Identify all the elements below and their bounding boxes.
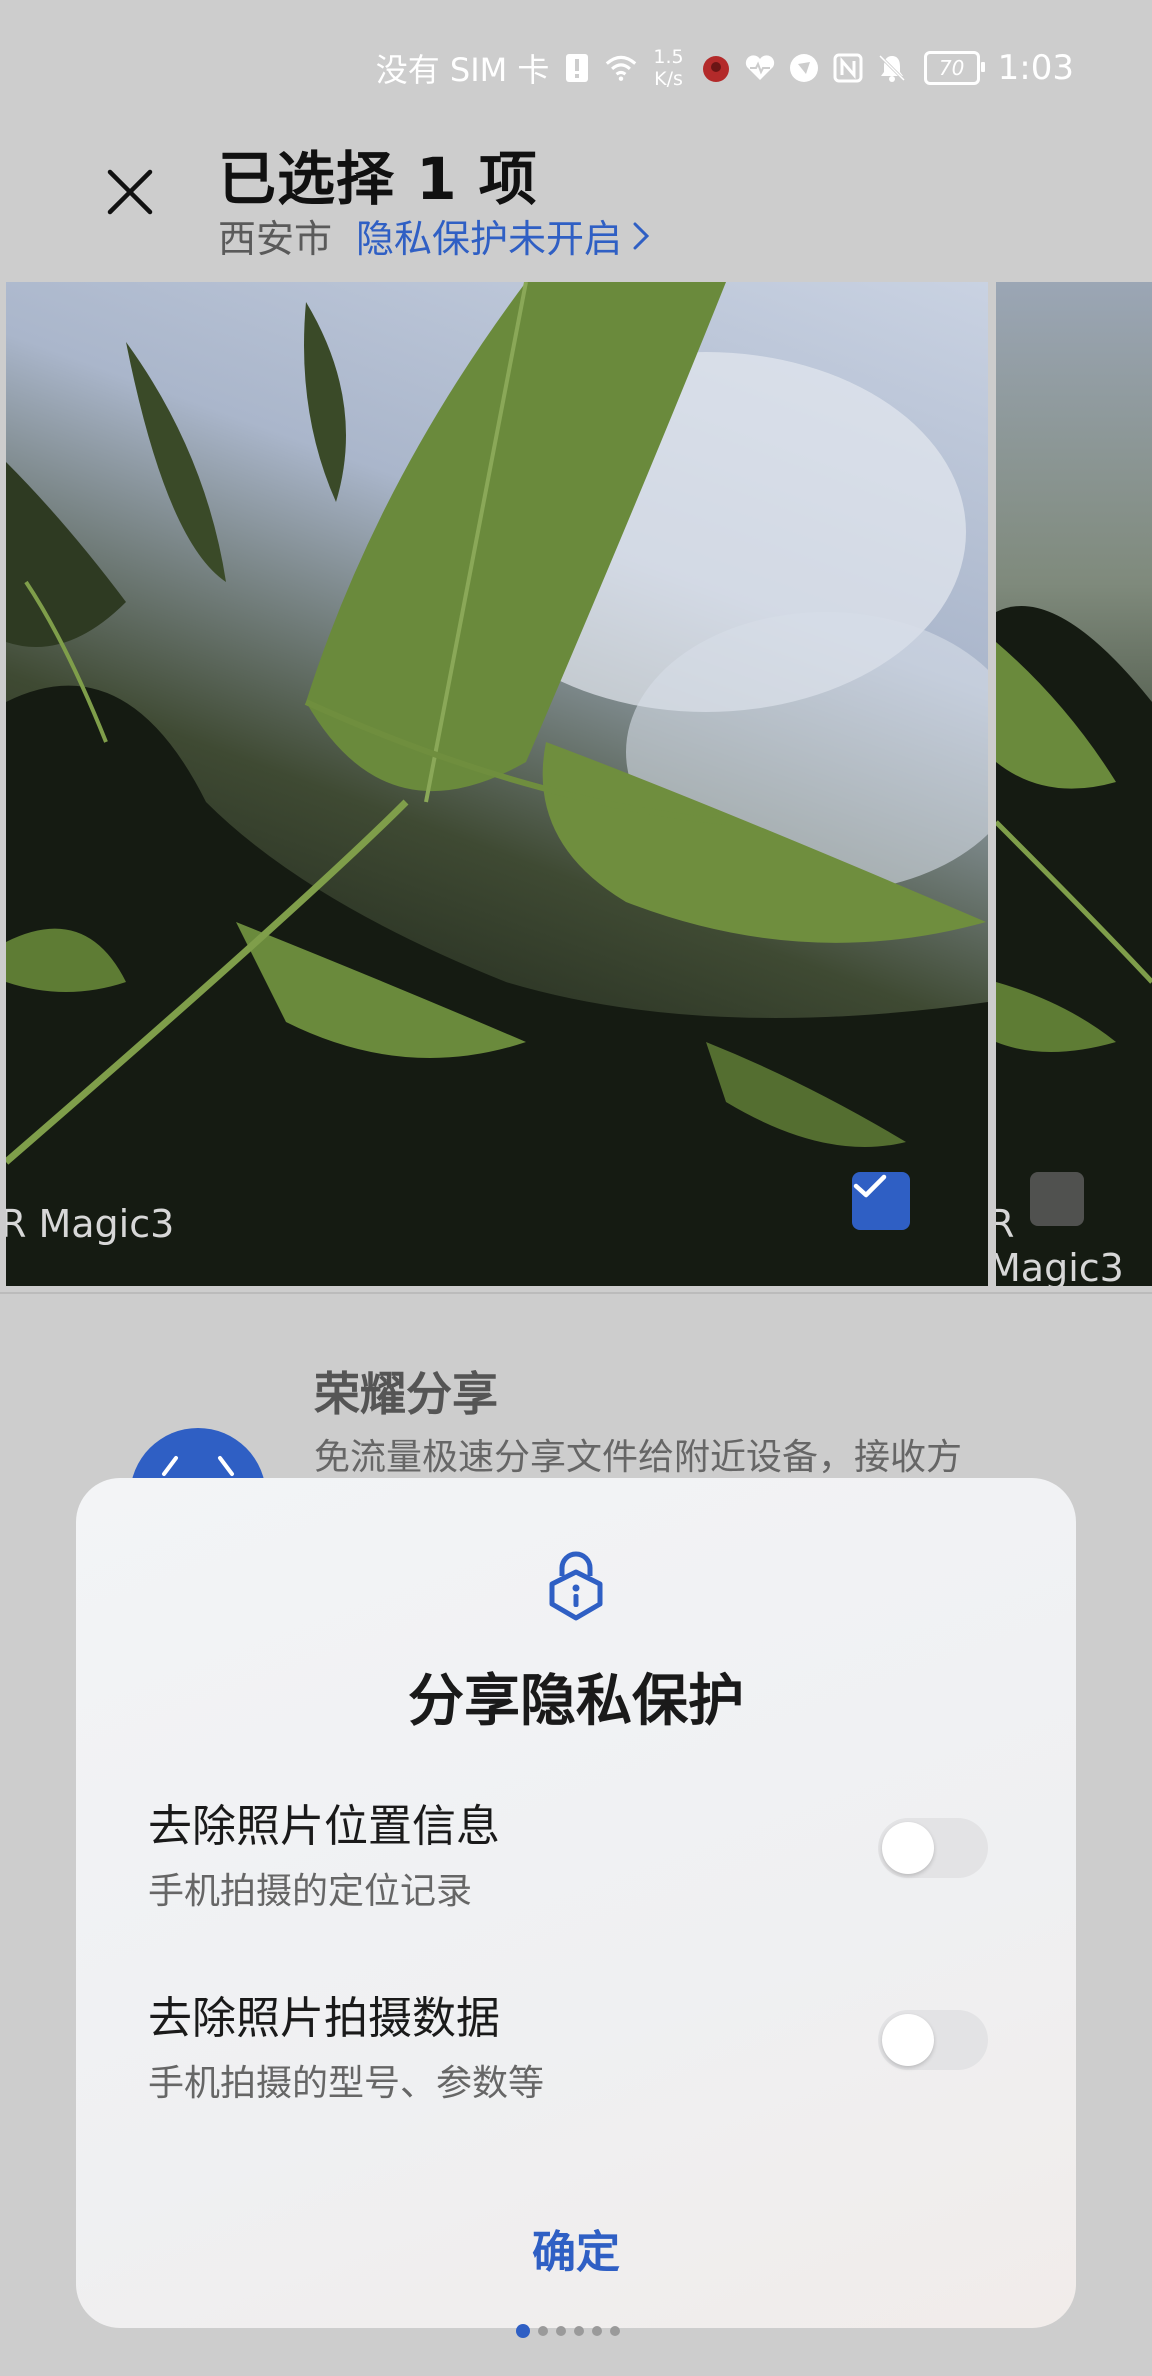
privacy-dialog: 分享隐私保护 去除照片位置信息 手机拍摄的定位记录 去除照片拍摄数据 手机拍摄的…: [76, 1478, 1076, 2328]
chevron-right-icon: [633, 222, 650, 249]
dialog-title: 分享隐私保护: [408, 1669, 744, 1734]
leaf-photo: [6, 282, 988, 1286]
share-option-description: 免流量极速分享文件给附近设备，接收方: [314, 1437, 963, 1478]
divider: [0, 1292, 1152, 1294]
network-speed: 1.5 K/s: [653, 46, 683, 90]
location-label: 西安市: [218, 217, 333, 261]
share-option-title: 荣耀分享: [314, 1367, 498, 1421]
shield-app-icon: [788, 52, 820, 84]
checkmark-icon: [853, 1174, 887, 1198]
privacy-link-label: 隐私保护未开启: [356, 217, 623, 261]
status-bar: 没有 SIM 卡 1.5 K/s 70 1:03: [376, 44, 1074, 92]
privacy-link[interactable]: 隐私保护未开启: [356, 208, 650, 263]
battery-level: 70: [938, 56, 965, 80]
photo-thumbnail-next[interactable]: R Magic3: [996, 282, 1152, 1286]
page-dot: [592, 2326, 602, 2336]
clock: 1:03: [997, 48, 1074, 88]
remove-shooting-data-toggle[interactable]: [878, 2010, 988, 2070]
page-title: 已选择 1 项: [218, 145, 538, 213]
page-dot: [538, 2326, 548, 2336]
toggle-knob: [882, 2014, 934, 2066]
health-icon: [744, 52, 776, 84]
mute-icon: [876, 52, 908, 84]
wifi-icon: [605, 52, 637, 84]
sim-status: 没有 SIM 卡: [375, 51, 550, 89]
page-dot: [574, 2326, 584, 2336]
privacy-shield-icon: [549, 1551, 603, 1621]
page-dot: [556, 2326, 566, 2336]
battery-indicator: 70: [923, 51, 985, 85]
nfc-icon: [832, 52, 864, 84]
leaf-photo-2: [996, 606, 1152, 1286]
page-dot-active: [516, 2324, 530, 2338]
option-subtitle-exif: 手机拍摄的型号、参数等: [148, 2063, 545, 2104]
close-icon: [107, 169, 153, 215]
camera-watermark: R Magic3: [6, 1202, 175, 1246]
app-notification-icon: [700, 52, 732, 84]
option-subtitle-location: 手机拍摄的定位记录: [148, 1871, 473, 1912]
toggle-knob: [882, 1822, 934, 1874]
confirm-button[interactable]: 确定: [76, 2216, 1076, 2280]
remove-location-toggle[interactable]: [878, 1818, 988, 1878]
network-speed-value: 1.5: [653, 46, 684, 68]
network-speed-unit: K/s: [654, 68, 683, 90]
option-title-exif: 去除照片拍摄数据: [148, 1993, 500, 2044]
option-title-location: 去除照片位置信息: [148, 1801, 500, 1852]
close-button[interactable]: [100, 162, 160, 222]
page-indicator: [516, 2324, 620, 2338]
selected-checkbox[interactable]: [852, 1172, 910, 1230]
sim-alert-icon: [561, 52, 593, 84]
page-dot: [610, 2326, 620, 2336]
header-subtitle: 西安市 隐私保护未开启: [218, 208, 650, 263]
camera-watermark-next: R Magic3: [996, 1202, 1124, 1286]
photo-thumbnail-selected[interactable]: R Magic3: [6, 282, 988, 1286]
